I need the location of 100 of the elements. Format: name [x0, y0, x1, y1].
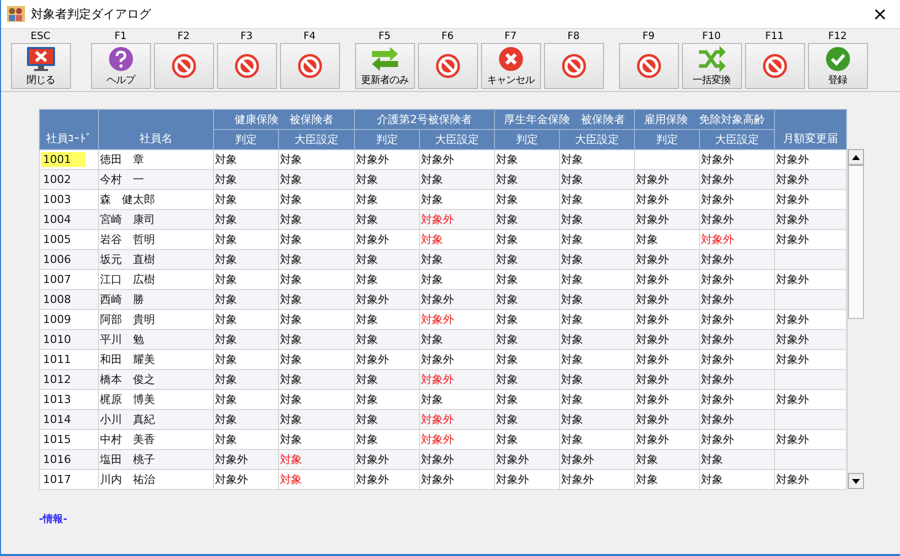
employee-code[interactable]: 1014: [41, 412, 73, 427]
table-cell: 対象: [354, 410, 420, 430]
table-cell: 対象: [494, 230, 560, 250]
swap-arrows-icon: [370, 46, 400, 72]
table-cell: 対象: [214, 270, 278, 290]
toolbar-button[interactable]: [216, 43, 276, 89]
table-cell: 対象: [354, 250, 420, 270]
table-cell: 対象: [494, 350, 560, 370]
table-cell: 小川 真紀: [98, 410, 214, 430]
table-cell: 塩田 桃子: [98, 450, 214, 470]
key-label: F1: [114, 30, 127, 43]
table-cell: 対象: [560, 250, 634, 270]
table-cell: 対象外: [420, 410, 494, 430]
table-cell: 対象外: [700, 390, 774, 410]
column-group-header: 健康保険 被保険者: [214, 110, 354, 130]
table-cell: 対象: [560, 270, 634, 290]
scrollbar[interactable]: [847, 149, 864, 489]
column-group-header: 介護第2号被保険者: [354, 110, 494, 130]
table-cell: 対象外: [560, 470, 634, 490]
table-cell: 対象: [278, 170, 354, 190]
table-cell: 対象外: [354, 470, 420, 490]
employee-code[interactable]: 1013: [41, 392, 73, 407]
table-cell: 対象: [560, 370, 634, 390]
key-label: F2: [177, 30, 190, 43]
toolbar-button[interactable]: [154, 43, 214, 89]
table-cell: 和田 耀美: [98, 350, 214, 370]
monitor-icon: [26, 46, 56, 72]
table-cell: 対象外: [634, 190, 700, 210]
employee-code[interactable]: 1006: [41, 252, 73, 267]
toolbar-button[interactable]: 閉じる: [10, 43, 70, 89]
employee-code[interactable]: 1009: [41, 312, 73, 327]
column-header: 判定: [494, 130, 560, 150]
table-cell: 対象外: [634, 170, 700, 190]
employee-code[interactable]: 1004: [41, 212, 73, 227]
table-cell: 対象: [420, 390, 494, 410]
scroll-thumb[interactable]: [848, 165, 864, 319]
table-cell: 対象: [214, 330, 278, 350]
toolbar-button[interactable]: [280, 43, 340, 89]
table-cell: 対象外: [634, 390, 700, 410]
table-cell: 対象: [560, 190, 634, 210]
table-cell: 対象: [420, 230, 494, 250]
toolbar-button[interactable]: 一括変換: [682, 43, 742, 89]
window-title: 対象者判定ダイアログ: [31, 6, 152, 22]
table-cell: 対象: [700, 450, 774, 470]
table-cell: 対象: [354, 170, 420, 190]
prohibited-icon: [296, 53, 322, 79]
people-icon: [7, 6, 25, 22]
table-cell: 対象: [494, 390, 560, 410]
table-cell: 対象外: [634, 330, 700, 350]
toolbar-button[interactable]: キャンセル: [480, 43, 540, 89]
table-cell: 対象: [214, 290, 278, 310]
table-cell: 対象外: [634, 270, 700, 290]
up-arrow-icon: [852, 154, 860, 160]
scroll-up-button[interactable]: [848, 149, 864, 165]
toolbar-button[interactable]: [544, 43, 604, 89]
employee-code[interactable]: 1010: [41, 332, 73, 347]
shuffle-icon: [696, 46, 726, 72]
employee-code[interactable]: 1001: [41, 152, 85, 167]
employee-code[interactable]: 1007: [41, 272, 73, 287]
table-cell: 対象外: [700, 250, 774, 270]
employee-code[interactable]: 1015: [41, 432, 73, 447]
table-cell: 対象外: [494, 450, 560, 470]
table-cell: 対象外: [774, 310, 846, 330]
table-cell: 対象: [278, 310, 354, 330]
employee-code[interactable]: 1011: [41, 352, 73, 367]
table-cell: 対象: [494, 250, 560, 270]
table-cell: 対象外: [700, 330, 774, 350]
employee-code[interactable]: 1012: [41, 372, 73, 387]
toolbar-button[interactable]: 更新者のみ: [354, 43, 414, 89]
employee-code[interactable]: 1002: [41, 172, 73, 187]
toolbar-button[interactable]: [418, 43, 478, 89]
toolbar-button[interactable]: [744, 43, 804, 89]
key-label: F3: [240, 30, 253, 43]
prohibited-icon: [636, 53, 662, 79]
table-cell: 対象外: [774, 190, 846, 210]
table-cell: 対象: [560, 170, 634, 190]
table-cell: 対象外: [700, 310, 774, 330]
column-header: 判定: [354, 130, 420, 150]
table-cell: 対象: [634, 230, 700, 250]
employee-code[interactable]: 1017: [41, 472, 73, 487]
table-cell: 対象: [278, 350, 354, 370]
table-cell: 対象外: [420, 210, 494, 230]
key-label: F6: [441, 30, 454, 43]
table-cell: 対象: [494, 210, 560, 230]
prohibited-icon: [762, 53, 788, 79]
employee-code[interactable]: 1016: [41, 452, 73, 467]
scroll-down-button[interactable]: [848, 473, 864, 489]
toolbar-button[interactable]: [618, 43, 678, 89]
table-cell: 対象: [278, 410, 354, 430]
table-cell: 対象: [560, 410, 634, 430]
toolbar-button[interactable]: ヘルプ: [90, 43, 150, 89]
employee-code[interactable]: 1005: [41, 232, 73, 247]
toolbar-button[interactable]: 登録: [808, 43, 868, 89]
table-cell: 対象: [494, 330, 560, 350]
close-button[interactable]: ×: [860, 0, 900, 28]
employee-code[interactable]: 1008: [41, 292, 73, 307]
employee-code[interactable]: 1003: [41, 192, 73, 207]
table-cell: 対象: [354, 310, 420, 330]
table-cell: 対象外: [354, 350, 420, 370]
table-cell: 対象外: [560, 450, 634, 470]
